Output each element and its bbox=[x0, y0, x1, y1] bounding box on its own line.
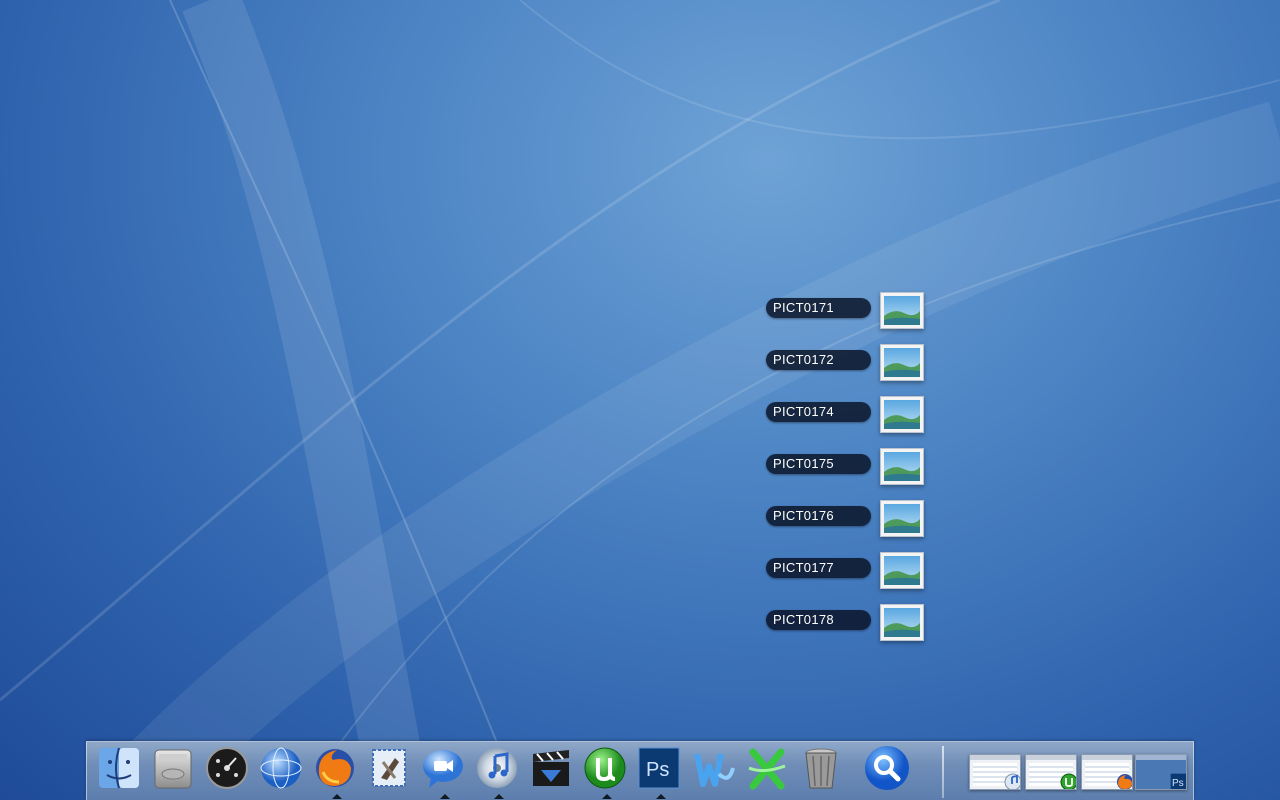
utorrent-icon[interactable] bbox=[581, 744, 629, 792]
search-icon[interactable] bbox=[863, 744, 911, 792]
word-icon[interactable] bbox=[689, 744, 737, 792]
stack-item[interactable]: PICT0176 bbox=[766, 500, 926, 538]
picture-file-icon bbox=[880, 396, 924, 433]
utorrent-icon bbox=[1060, 773, 1076, 789]
stack-item-label: PICT0178 bbox=[766, 610, 871, 630]
photoshop-icon-label: Ps bbox=[646, 759, 669, 781]
stack-item[interactable]: PICT0172 bbox=[766, 344, 926, 382]
dashboard-icon[interactable] bbox=[203, 744, 251, 792]
picture-file-icon bbox=[880, 604, 924, 641]
stack-item[interactable]: PICT0178 bbox=[766, 604, 926, 642]
minimized-window[interactable] bbox=[1081, 754, 1133, 790]
photoshop-icon[interactable]: Ps bbox=[635, 744, 683, 792]
running-indicator bbox=[656, 794, 666, 799]
running-indicator bbox=[332, 794, 342, 799]
network-globe-icon[interactable] bbox=[257, 744, 305, 792]
itunes-icon bbox=[1004, 773, 1020, 789]
minimized-window[interactable]: Ps bbox=[1135, 754, 1187, 790]
trash-icon[interactable] bbox=[797, 744, 845, 792]
stack-item-label: PICT0174 bbox=[766, 402, 871, 422]
finder-icon[interactable] bbox=[95, 744, 143, 792]
excel-icon[interactable] bbox=[743, 744, 791, 792]
stack-item-label: PICT0175 bbox=[766, 454, 871, 474]
hard-drive-icon[interactable] bbox=[149, 744, 197, 792]
running-indicator bbox=[440, 794, 450, 799]
stack-item-label: PICT0171 bbox=[766, 298, 871, 318]
stack-item-label: PICT0172 bbox=[766, 350, 871, 370]
picture-file-icon bbox=[880, 344, 924, 381]
photoshop-badge-label: Ps bbox=[1172, 778, 1184, 789]
firefox-icon[interactable] bbox=[311, 744, 359, 792]
stack-item[interactable]: PICT0171 bbox=[766, 292, 926, 330]
picture-file-icon bbox=[880, 292, 924, 329]
picture-file-icon bbox=[880, 448, 924, 485]
dock-divider bbox=[942, 746, 944, 798]
dock: Ps Ps bbox=[86, 741, 1194, 800]
stack-item-label: PICT0177 bbox=[766, 558, 871, 578]
firefox-icon bbox=[1117, 774, 1132, 789]
minimized-window[interactable] bbox=[1025, 754, 1077, 790]
running-indicator bbox=[602, 794, 612, 799]
itunes-icon[interactable] bbox=[473, 744, 521, 792]
photoshop-icon: Ps bbox=[1170, 773, 1186, 789]
stack-item[interactable]: PICT0177 bbox=[766, 552, 926, 590]
mail-icon[interactable] bbox=[365, 744, 413, 792]
video-clapper-icon[interactable] bbox=[527, 744, 575, 792]
picture-file-icon bbox=[880, 500, 924, 537]
picture-file-icon bbox=[880, 552, 924, 589]
ichat-icon[interactable] bbox=[419, 744, 467, 792]
stack-item-label: PICT0176 bbox=[766, 506, 871, 526]
stack-item[interactable]: PICT0174 bbox=[766, 396, 926, 434]
running-indicator bbox=[494, 794, 504, 799]
desktop-wallpaper bbox=[0, 0, 1280, 800]
stack-item[interactable]: PICT0175 bbox=[766, 448, 926, 486]
minimized-window[interactable] bbox=[969, 754, 1021, 790]
